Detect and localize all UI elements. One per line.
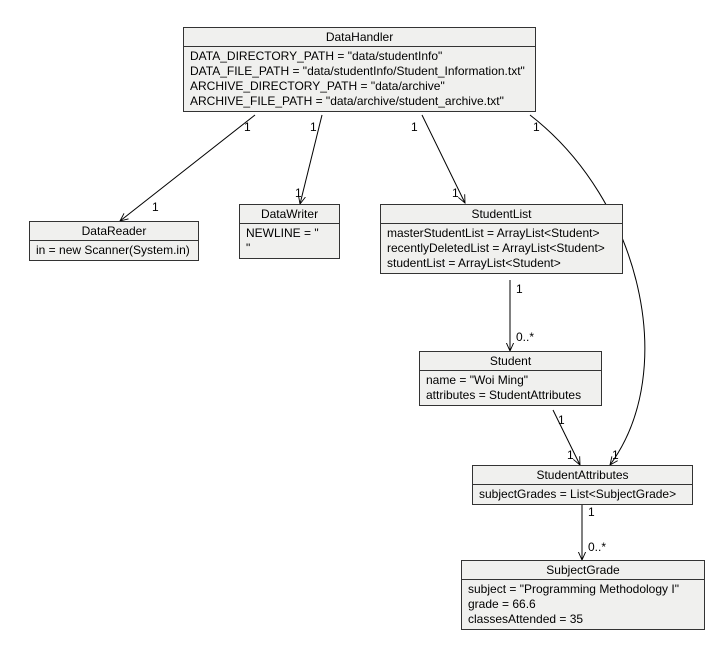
class-subjectgrade: SubjectGrade subject = "Programming Meth… <box>461 560 705 630</box>
attr: subject = "Programming Methodology I" <box>468 582 698 597</box>
class-studentattributes: StudentAttributes subjectGrades = List<S… <box>472 465 693 505</box>
mult-sa-sg-dst: 0..* <box>588 540 606 554</box>
attr: ARCHIVE_DIRECTORY_PATH = "data/archive" <box>190 79 529 94</box>
mult-dh-dr-src: 1 <box>244 120 251 134</box>
class-title: StudentList <box>381 205 622 224</box>
attr: grade = 66.6 <box>468 597 698 612</box>
mult-st-sa-dst: 1 <box>567 448 574 462</box>
mult-sl-st-src: 1 <box>516 282 523 296</box>
mult-dh-sl-src: 1 <box>411 120 418 134</box>
class-body: name = "Woi Ming" attributes = StudentAt… <box>420 371 601 405</box>
class-studentlist: StudentList masterStudentList = ArrayLis… <box>380 204 623 274</box>
class-datareader: DataReader in = new Scanner(System.in) <box>29 221 199 261</box>
class-body: subject = "Programming Methodology I" gr… <box>462 580 704 629</box>
attr: " <box>246 241 333 256</box>
class-body: in = new Scanner(System.in) <box>30 241 198 260</box>
class-student: Student name = "Woi Ming" attributes = S… <box>419 351 602 406</box>
attr: recentlyDeletedList = ArrayList<Student> <box>387 241 616 256</box>
class-datawriter: DataWriter NEWLINE = " " <box>239 204 340 259</box>
mult-dh-sa-dst: 1 <box>612 448 619 462</box>
attr: NEWLINE = " <box>246 226 333 241</box>
mult-dh-sa-src: 1 <box>533 120 540 134</box>
attr: name = "Woi Ming" <box>426 373 595 388</box>
mult-sa-sg-src: 1 <box>588 505 595 519</box>
class-body: subjectGrades = List<SubjectGrade> <box>473 485 692 504</box>
uml-canvas: DataHandler DATA_DIRECTORY_PATH = "data/… <box>0 0 727 647</box>
mult-dh-dr-dst: 1 <box>152 200 159 214</box>
class-title: DataHandler <box>184 28 535 47</box>
class-title: StudentAttributes <box>473 466 692 485</box>
mult-dh-dw-dst: 1 <box>295 186 302 200</box>
class-title: SubjectGrade <box>462 561 704 580</box>
class-title: Student <box>420 352 601 371</box>
attr: attributes = StudentAttributes <box>426 388 595 403</box>
mult-dh-sl-dst: 1 <box>452 186 459 200</box>
class-body: NEWLINE = " " <box>240 224 339 258</box>
attr: DATA_DIRECTORY_PATH = "data/studentInfo" <box>190 49 529 64</box>
class-title: DataWriter <box>240 205 339 224</box>
class-datahandler: DataHandler DATA_DIRECTORY_PATH = "data/… <box>183 27 536 112</box>
mult-st-sa-src: 1 <box>558 413 565 427</box>
class-body: masterStudentList = ArrayList<Student> r… <box>381 224 622 273</box>
attr: masterStudentList = ArrayList<Student> <box>387 226 616 241</box>
class-body: DATA_DIRECTORY_PATH = "data/studentInfo"… <box>184 47 535 111</box>
class-title: DataReader <box>30 222 198 241</box>
attr: classesAttended = 35 <box>468 612 698 627</box>
mult-dh-dw-src: 1 <box>310 120 317 134</box>
attr: subjectGrades = List<SubjectGrade> <box>479 487 686 502</box>
attr: ARCHIVE_FILE_PATH = "data/archive/studen… <box>190 94 529 109</box>
mult-sl-st-dst: 0..* <box>516 330 534 344</box>
attr: in = new Scanner(System.in) <box>36 243 192 258</box>
attr: studentList = ArrayList<Student> <box>387 256 616 271</box>
attr: DATA_FILE_PATH = "data/studentInfo/Stude… <box>190 64 529 79</box>
